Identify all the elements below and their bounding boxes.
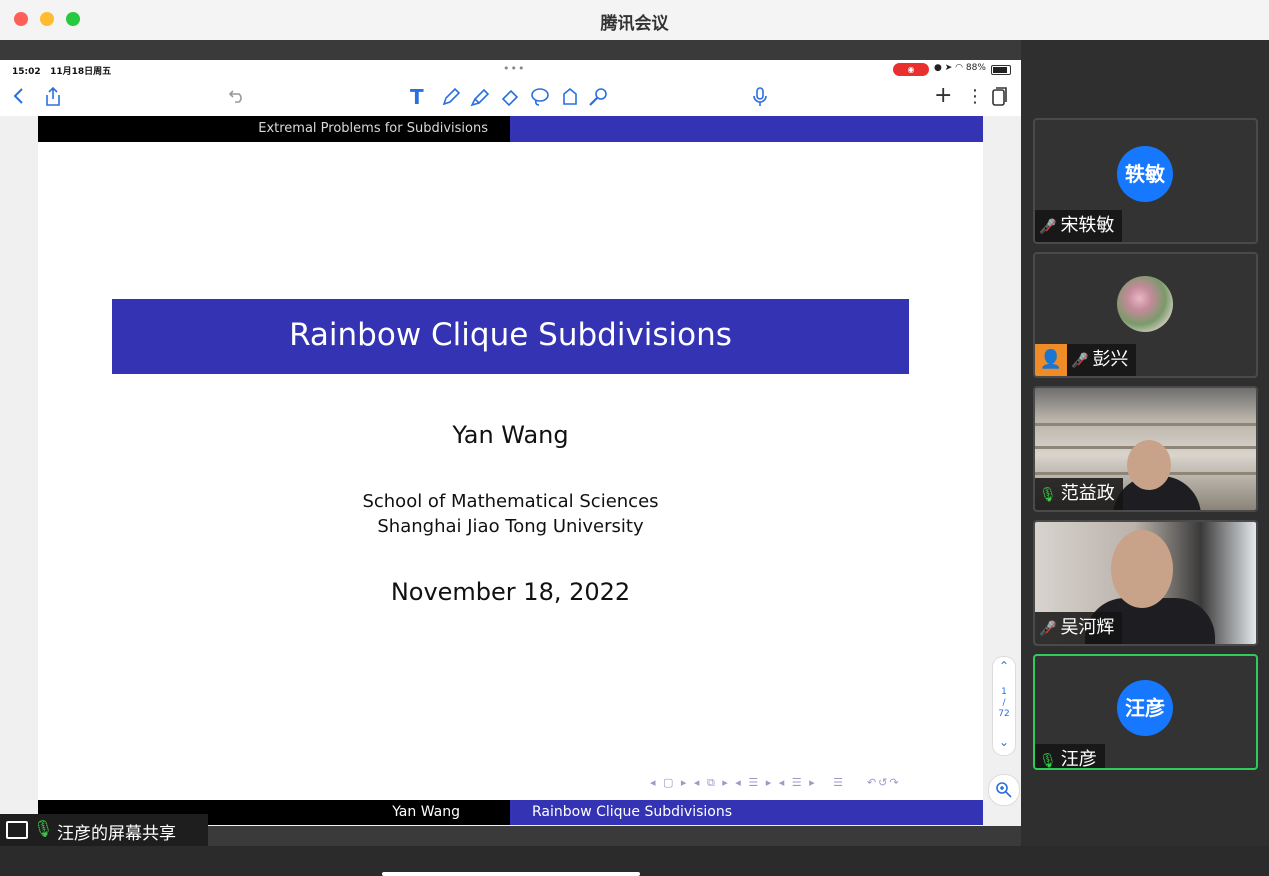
home-indicator[interactable]: [382, 872, 640, 876]
screen-recording-icon: ◉: [893, 63, 929, 76]
laser-pointer-icon[interactable]: [588, 87, 608, 112]
participant-name: 范益政: [1060, 483, 1115, 504]
status-date: 11月18日周五: [50, 67, 112, 77]
slide-date: November 18, 2022: [390, 578, 631, 606]
eraser-icon[interactable]: [500, 87, 520, 112]
slide-header-bar: [510, 116, 983, 142]
battery-percent: 88%: [965, 63, 986, 73]
chevron-left-icon[interactable]: [12, 87, 26, 110]
more-options-button[interactable]: ⋮: [966, 86, 984, 107]
chevron-down-icon[interactable]: ⌄: [993, 735, 1015, 749]
participant-face: [1111, 530, 1173, 608]
slide-author: Yan Wang: [452, 421, 569, 449]
multitask-dots-icon[interactable]: •••: [503, 62, 525, 75]
screen-share-indicator: 🎙 汪彦的屏幕共享: [0, 814, 208, 846]
zoom-in-icon[interactable]: [988, 774, 1020, 806]
participant-tile-speaking[interactable]: 汪彦 🎙 汪彦: [1033, 654, 1258, 770]
slide-header: Extremal Problems for Subdivisions: [38, 116, 983, 142]
page-separator: /: [1002, 698, 1006, 708]
slide-affiliation-line1: School of Mathematical Sciences: [362, 491, 659, 512]
microphone-on-icon: 🎙: [1039, 753, 1057, 769]
text-tool-icon[interactable]: T: [410, 85, 424, 109]
shape-icon[interactable]: [560, 87, 580, 112]
page-current: 1: [1001, 687, 1007, 697]
participant-name: 宋轶敏: [1060, 215, 1115, 236]
microphone-muted-icon: 🎤̸: [1071, 353, 1089, 369]
pages-icon[interactable]: [992, 87, 1008, 112]
presentation-slide: Extremal Problems for Subdivisions Rainb…: [38, 116, 983, 825]
highlighter-icon[interactable]: [470, 87, 490, 112]
document-canvas[interactable]: Extremal Problems for Subdivisions Rainb…: [0, 116, 1021, 876]
window-title: 腾讯会议: [600, 14, 669, 34]
slide-header-section: Extremal Problems for Subdivisions: [38, 116, 510, 142]
microphone-muted-icon: 🎤̸: [1039, 219, 1057, 235]
avatar: 汪彦: [1117, 680, 1173, 736]
participant-name: 彭兴: [1092, 349, 1129, 370]
slide-affiliation-line2: Shanghai Jiao Tong University: [377, 516, 644, 537]
participants-panel: 轶敏 🎤̸ 宋轶敏 👤 🎤̸ 彭兴 🎙 范益政 🎤̸ 吴河辉 汪彦 🎙 汪彦: [1021, 40, 1269, 846]
beamer-navigation-icons[interactable]: ◂ ▢ ▸ ◂ ⧉ ▸ ◂ ☰ ▸ ◂ ☰ ▸ ☰ ↶↺↷: [650, 776, 901, 790]
participant-video-tile[interactable]: 🎤̸ 吴河辉: [1033, 520, 1258, 646]
page-scroller[interactable]: ⌃ 1 / 72 ⌄: [992, 656, 1016, 756]
battery-icon: [991, 65, 1011, 75]
user-icon: 👤: [1035, 344, 1067, 376]
share-icon[interactable]: [44, 86, 62, 112]
slide-title: Rainbow Clique Subdivisions: [112, 299, 909, 374]
microphone-icon[interactable]: [752, 87, 768, 112]
screen-share-icon: [6, 821, 28, 839]
shared-screen: 15:02 11月18日周五 ••• ◉ ● ➤ ◠ 88% T + ⋮ Ext…: [0, 40, 1021, 876]
ipad-status-bar: 15:02 11月18日周五 ••• ◉ ● ➤ ◠ 88%: [0, 60, 1021, 80]
participant-video-tile[interactable]: 🎙 范益政: [1033, 386, 1258, 512]
status-time: 15:02: [12, 67, 41, 77]
wifi-icon: ◠: [955, 63, 963, 73]
avatar: [1117, 276, 1173, 332]
page-total: 72: [998, 709, 1010, 719]
notes-toolbar: T + ⋮: [0, 80, 1021, 116]
microphone-on-icon: 🎙: [33, 819, 54, 838]
screen-share-label: 汪彦的屏幕共享: [57, 824, 176, 844]
participant-face: [1127, 440, 1171, 490]
chevron-up-icon[interactable]: ⌃: [993, 659, 1015, 673]
participant-name: 吴河辉: [1060, 617, 1115, 638]
add-page-button[interactable]: +: [934, 83, 952, 108]
participant-tile[interactable]: 轶敏 🎤̸ 宋轶敏: [1033, 118, 1258, 244]
avatar: 轶敏: [1117, 146, 1173, 202]
lasso-icon[interactable]: [530, 87, 550, 112]
ipad-screen: 15:02 11月18日周五 ••• ◉ ● ➤ ◠ 88% T + ⋮ Ext…: [0, 60, 1021, 876]
participant-tile[interactable]: 👤 🎤̸ 彭兴: [1033, 252, 1258, 378]
pen-icon[interactable]: [441, 87, 461, 112]
location-icon: ● ➤: [934, 63, 953, 73]
slide-footer-title: Rainbow Clique Subdivisions: [510, 800, 983, 825]
window-titlebar: 腾讯会议: [0, 0, 1269, 41]
microphone-muted-icon: 🎤̸: [1039, 621, 1057, 637]
microphone-on-icon: 🎙: [1039, 487, 1057, 503]
participant-name: 汪彦: [1060, 749, 1097, 770]
undo-icon[interactable]: [228, 87, 246, 108]
